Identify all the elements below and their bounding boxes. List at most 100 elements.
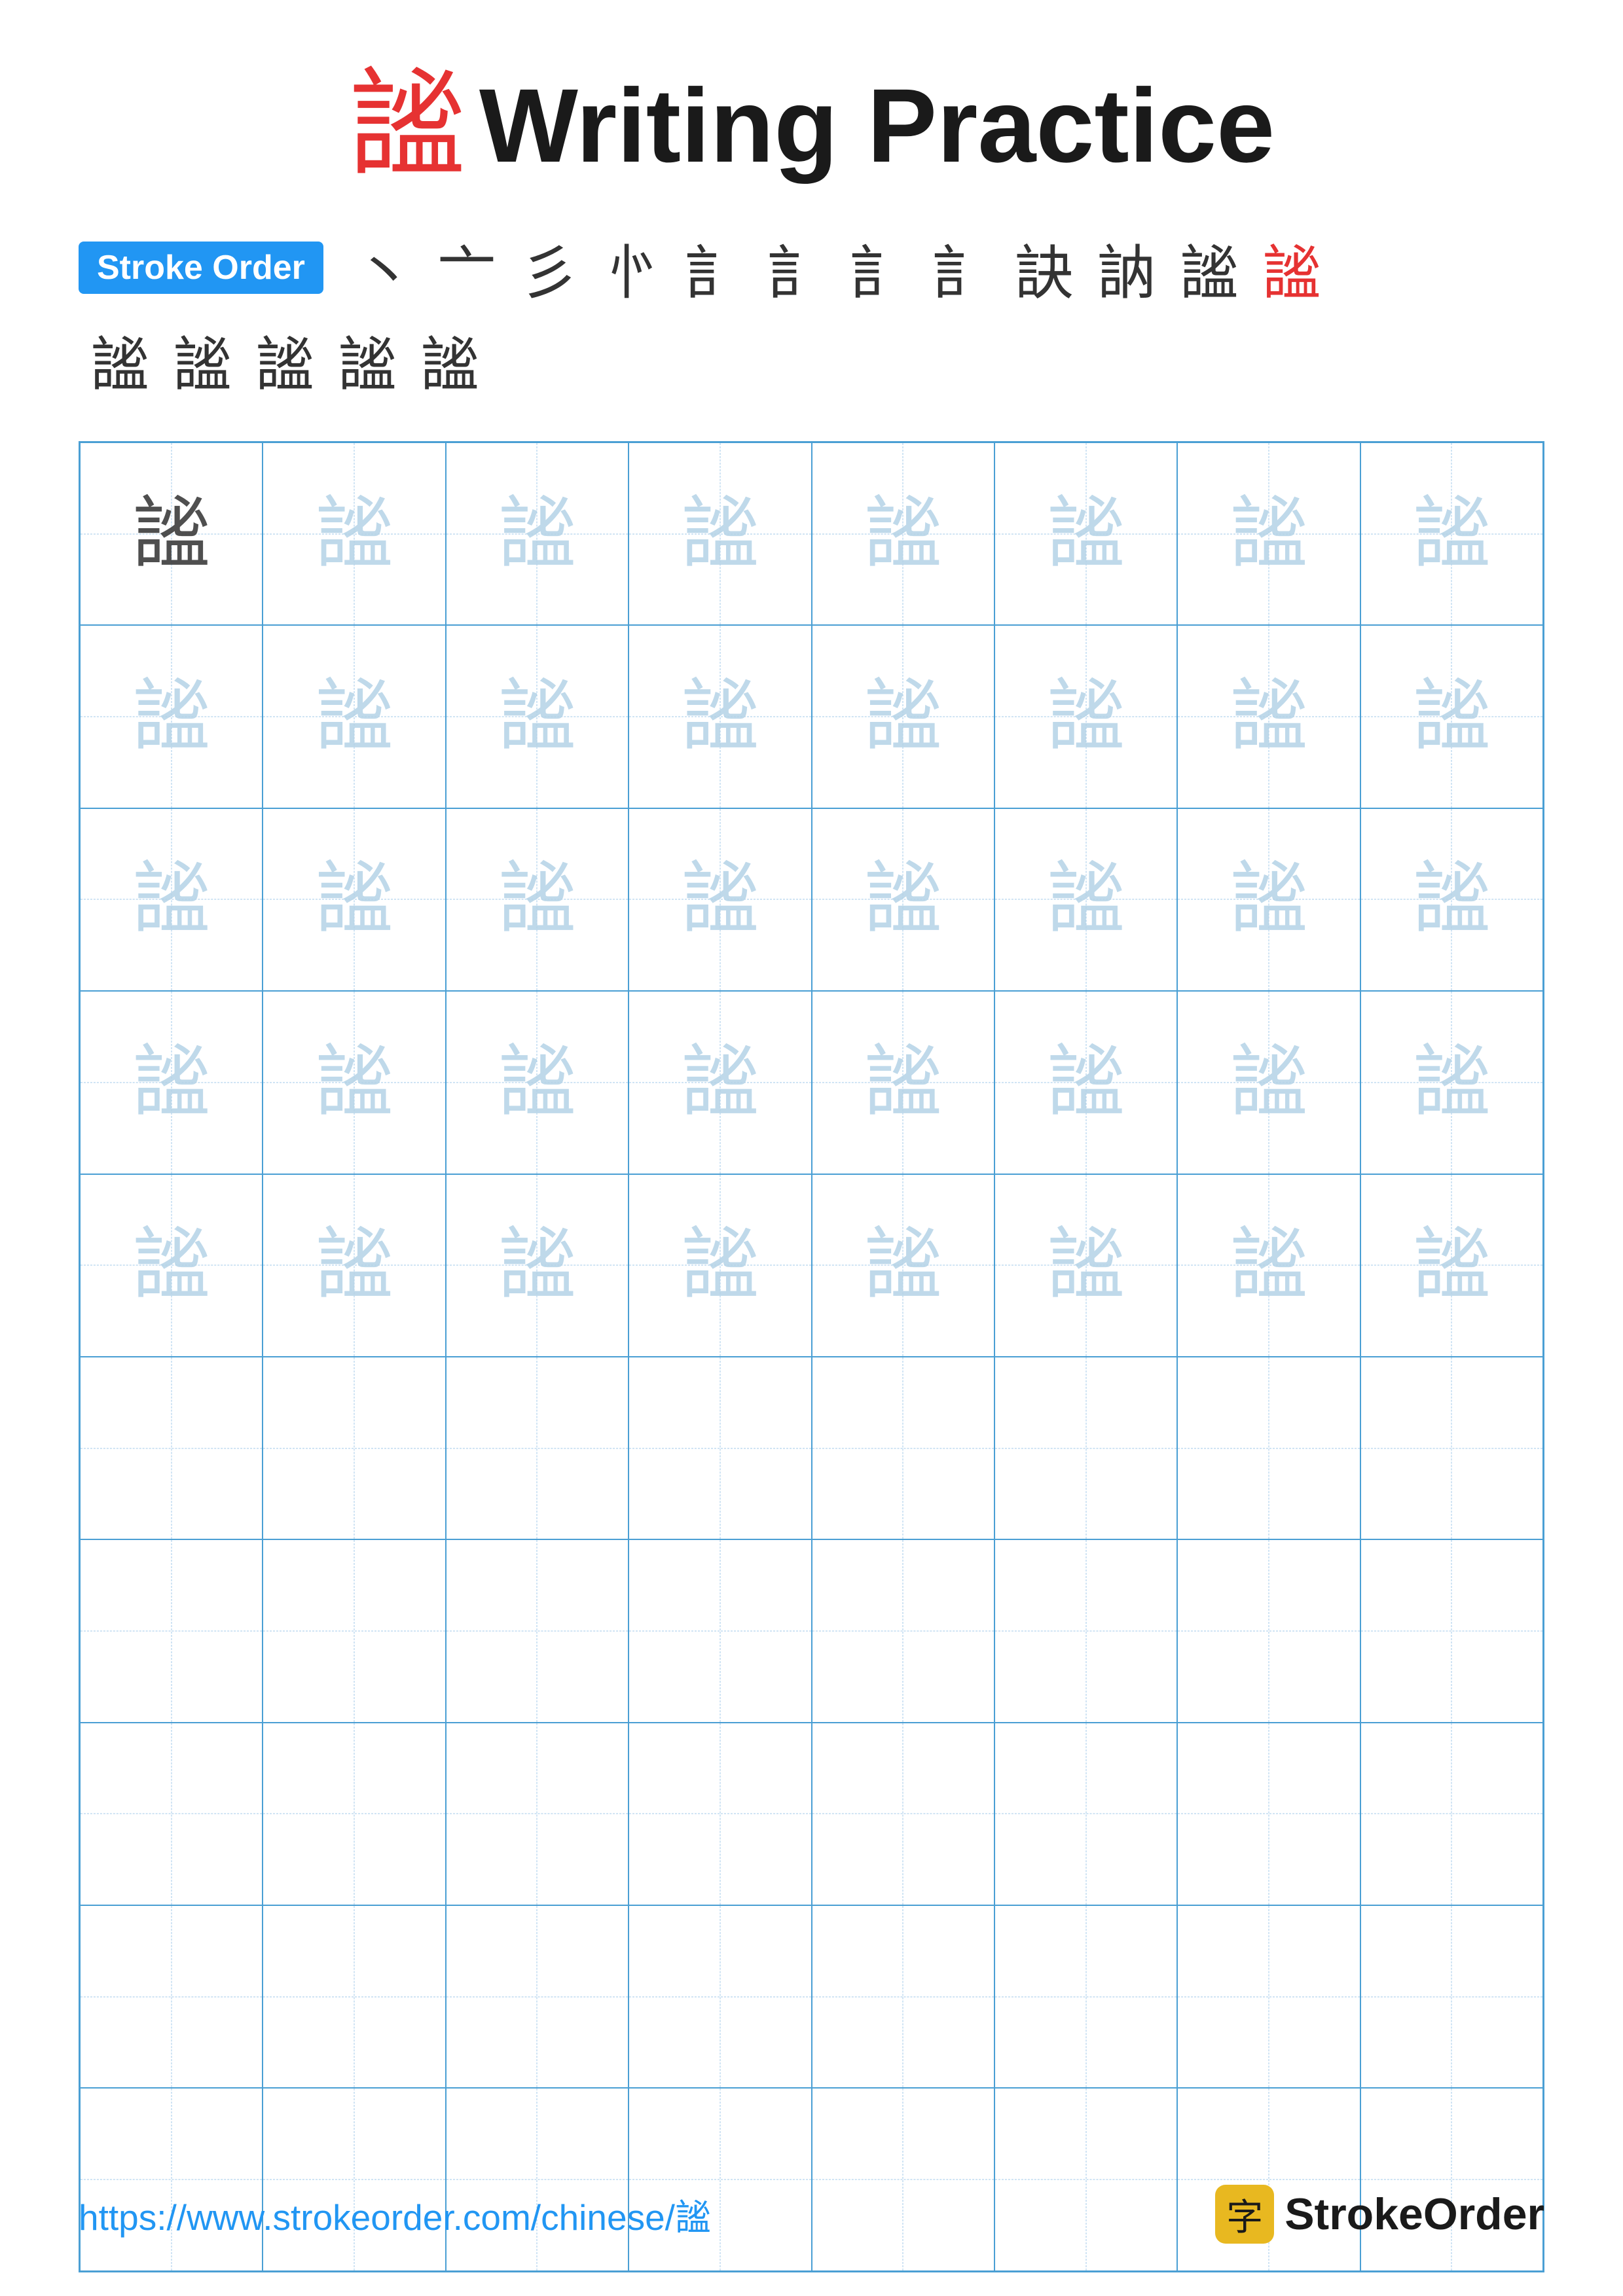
grid-cell[interactable] [994,1905,1177,2088]
grid-cell[interactable] [629,1723,811,1905]
grid-cell[interactable] [263,1357,445,1539]
practice-char: 謐 [132,1043,211,1122]
grid-cell[interactable]: 謐 [263,625,445,808]
stroke-1: 丶 [355,225,414,310]
grid-cell[interactable]: 謐 [446,442,629,625]
grid-cell[interactable]: 謐 [812,991,994,1174]
grid-cell[interactable]: 謐 [80,1174,263,1357]
grid-cell[interactable] [1177,1539,1360,1722]
grid-cell[interactable]: 謐 [1360,808,1543,991]
grid-cell[interactable]: 謐 [80,991,263,1174]
page: 謐 Writing Practice Stroke Order 丶 亠 彡 㣺 … [0,0,1623,2296]
grid-cell[interactable] [1360,1357,1543,1539]
grid-cell[interactable] [1360,1539,1543,1722]
title-character: 謐 [348,67,466,185]
grid-cell[interactable]: 謐 [263,442,445,625]
grid-cell[interactable]: 謐 [629,442,811,625]
grid-cell[interactable]: 謐 [80,808,263,991]
grid-cell[interactable]: 謐 [994,625,1177,808]
grid-cell[interactable] [446,1905,629,2088]
practice-char: 謐 [864,860,942,939]
grid-cell[interactable] [812,1539,994,1722]
stroke-order-row-2: 謐 謐 謐 謐 謐 [79,317,1544,402]
grid-cell[interactable]: 謐 [1177,442,1360,625]
practice-char: 謐 [132,495,211,573]
grid-cell[interactable] [263,1905,445,2088]
grid-cell[interactable] [1360,1905,1543,2088]
grid-cell[interactable]: 謐 [1177,808,1360,991]
grid-cell[interactable] [80,1357,263,1539]
grid-cell[interactable] [994,1723,1177,1905]
grid-cell[interactable]: 謐 [994,991,1177,1174]
grid-cell[interactable]: 謐 [446,1174,629,1357]
grid-cell[interactable] [80,1905,263,2088]
grid-row-6 [80,1357,1543,1539]
grid-cell[interactable]: 謐 [629,808,811,991]
practice-char: 謐 [681,677,759,756]
stroke-13: 謐 [90,317,149,402]
grid-cell[interactable]: 謐 [1177,991,1360,1174]
stroke-order-row-1: Stroke Order 丶 亠 彡 㣺 訁 訁 訁 訁 訣 訥 謐 謐 [79,225,1544,310]
grid-cell[interactable]: 謐 [446,625,629,808]
grid-cell[interactable]: 謐 [812,808,994,991]
grid-cell[interactable] [80,1723,263,1905]
footer-url: https://www.strokeorder.com/chinese/謐 [79,2188,711,2240]
grid-cell[interactable]: 謐 [263,991,445,1174]
grid-cell[interactable]: 謐 [994,1174,1177,1357]
brand-name: StrokeOrder [1285,2189,1544,2240]
grid-cell[interactable]: 謐 [629,1174,811,1357]
grid-cell[interactable]: 謐 [1360,442,1543,625]
grid-cell[interactable] [994,1539,1177,1722]
grid-row-8 [80,1723,1543,1905]
grid-cell[interactable] [629,1539,811,1722]
grid-cell[interactable] [446,1357,629,1539]
grid-cell[interactable]: 謐 [812,625,994,808]
grid-cell[interactable] [1177,1723,1360,1905]
stroke-14: 謐 [173,317,232,402]
stroke-17: 謐 [420,317,479,402]
grid-cell[interactable]: 謐 [80,625,263,808]
grid-cell[interactable] [446,1723,629,1905]
grid-cell[interactable]: 謐 [629,625,811,808]
stroke-6: 訁 [767,225,826,310]
grid-cell[interactable]: 謐 [1360,991,1543,1174]
practice-char: 謐 [681,1043,759,1122]
grid-cell[interactable]: 謐 [446,991,629,1174]
grid-cell[interactable]: 謐 [994,808,1177,991]
grid-cell[interactable] [1177,1905,1360,2088]
grid-cell[interactable] [263,1723,445,1905]
practice-char: 謐 [681,495,759,573]
grid-row-4: 謐 謐 謐 謐 謐 謐 謐 謐 [80,991,1543,1174]
grid-cell[interactable] [812,1357,994,1539]
grid-cell[interactable]: 謐 [994,442,1177,625]
practice-char: 謐 [1230,677,1308,756]
brand-icon: 字 [1215,2185,1274,2244]
grid-cell[interactable] [446,1539,629,1722]
grid-cell[interactable] [1360,1723,1543,1905]
grid-cell[interactable] [629,1357,811,1539]
grid-cell[interactable]: 謐 [263,808,445,991]
stroke-2: 亠 [437,225,496,310]
grid-cell[interactable] [812,1905,994,2088]
stroke-5: 訁 [685,225,744,310]
grid-cell[interactable]: 謐 [812,442,994,625]
footer: https://www.strokeorder.com/chinese/謐 字 … [79,2185,1544,2244]
stroke-15: 謐 [255,317,314,402]
grid-cell[interactable] [994,1357,1177,1539]
grid-cell[interactable] [629,1905,811,2088]
grid-cell[interactable]: 謐 [263,1174,445,1357]
grid-cell[interactable] [80,1539,263,1722]
grid-cell[interactable]: 謐 [812,1174,994,1357]
grid-cell[interactable] [1177,1357,1360,1539]
grid-cell[interactable]: 謐 [446,808,629,991]
grid-cell[interactable]: 謐 [1360,625,1543,808]
grid-cell[interactable]: 謐 [1177,1174,1360,1357]
grid-cell[interactable]: 謐 [1177,625,1360,808]
grid-row-2: 謐 謐 謐 謐 謐 謐 謐 謐 [80,625,1543,808]
grid-cell[interactable]: 謐 [629,991,811,1174]
grid-cell[interactable] [263,1539,445,1722]
grid-cell[interactable] [812,1723,994,1905]
grid-cell[interactable]: 謐 [80,442,263,625]
grid-cell[interactable]: 謐 [1360,1174,1543,1357]
footer-brand: 字 StrokeOrder [1215,2185,1544,2244]
